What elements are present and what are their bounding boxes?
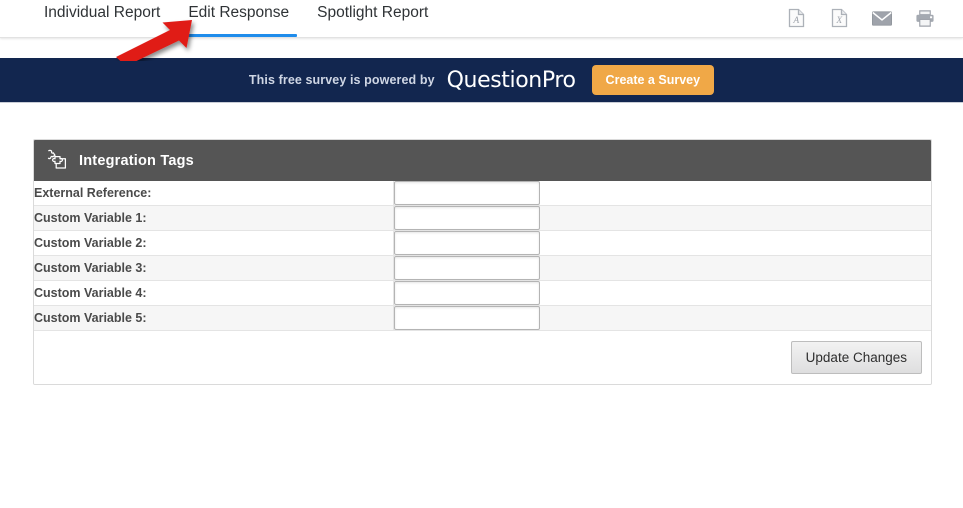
export-toolbar: A X <box>786 7 935 37</box>
email-icon[interactable] <box>872 7 892 29</box>
table-row: Custom Variable 1: <box>34 205 931 231</box>
report-tabs: Individual Report Edit Response Spotligh… <box>30 0 442 37</box>
tab-edit-response[interactable]: Edit Response <box>174 0 303 37</box>
custom-variable-3-input[interactable] <box>393 256 540 280</box>
top-tab-bar: Individual Report Edit Response Spotligh… <box>0 0 963 38</box>
external-reference-label: External Reference: <box>34 181 394 206</box>
custom-variable-4-input[interactable] <box>393 281 540 305</box>
integration-tags-panel: Integration Tags External Reference: Cus… <box>33 139 932 385</box>
update-changes-button[interactable]: Update Changes <box>790 340 922 375</box>
main-content: Integration Tags External Reference: Cus… <box>0 103 963 385</box>
tab-individual-report[interactable]: Individual Report <box>30 0 174 37</box>
tab-individual-report-label: Individual Report <box>44 3 161 21</box>
custom-variable-2-input[interactable] <box>393 231 540 255</box>
pdf-export-icon[interactable]: A <box>786 7 806 29</box>
custom-variable-2-label: Custom Variable 2: <box>34 230 394 256</box>
panel-title: Integration Tags <box>79 152 194 169</box>
panel-footer: Update Changes <box>34 330 931 384</box>
promo-banner: This free survey is powered by QuestionP… <box>0 58 963 103</box>
table-row: Custom Variable 3: <box>34 255 931 281</box>
integration-tags-form: External Reference: Custom Variable 1: C… <box>34 181 931 330</box>
svg-text:X: X <box>835 16 843 26</box>
tab-spotlight-report[interactable]: Spotlight Report <box>303 0 442 37</box>
custom-variable-1-label: Custom Variable 1: <box>34 205 394 231</box>
excel-export-icon[interactable]: X <box>829 7 849 29</box>
puzzle-piece-icon <box>46 149 68 173</box>
custom-variable-4-label: Custom Variable 4: <box>34 280 394 306</box>
table-row: Custom Variable 2: <box>34 230 931 256</box>
table-row: Custom Variable 4: <box>34 280 931 306</box>
integration-tags-panel-header: Integration Tags <box>34 140 931 181</box>
custom-variable-5-label: Custom Variable 5: <box>34 305 394 330</box>
tab-edit-response-label: Edit Response <box>188 3 290 21</box>
table-row: Custom Variable 5: <box>34 305 931 330</box>
custom-variable-3-label: Custom Variable 3: <box>34 255 394 281</box>
tab-spotlight-report-label: Spotlight Report <box>317 3 429 21</box>
print-icon[interactable] <box>915 7 935 29</box>
custom-variable-1-input[interactable] <box>393 206 540 230</box>
questionpro-logo: QuestionPro <box>446 67 576 93</box>
svg-text:A: A <box>792 16 799 26</box>
create-a-survey-button[interactable]: Create a Survey <box>591 65 715 95</box>
table-row: External Reference: <box>34 181 931 206</box>
custom-variable-5-input[interactable] <box>393 306 540 330</box>
promo-banner-text: This free survey is powered by <box>248 73 435 87</box>
external-reference-input[interactable] <box>393 181 540 205</box>
